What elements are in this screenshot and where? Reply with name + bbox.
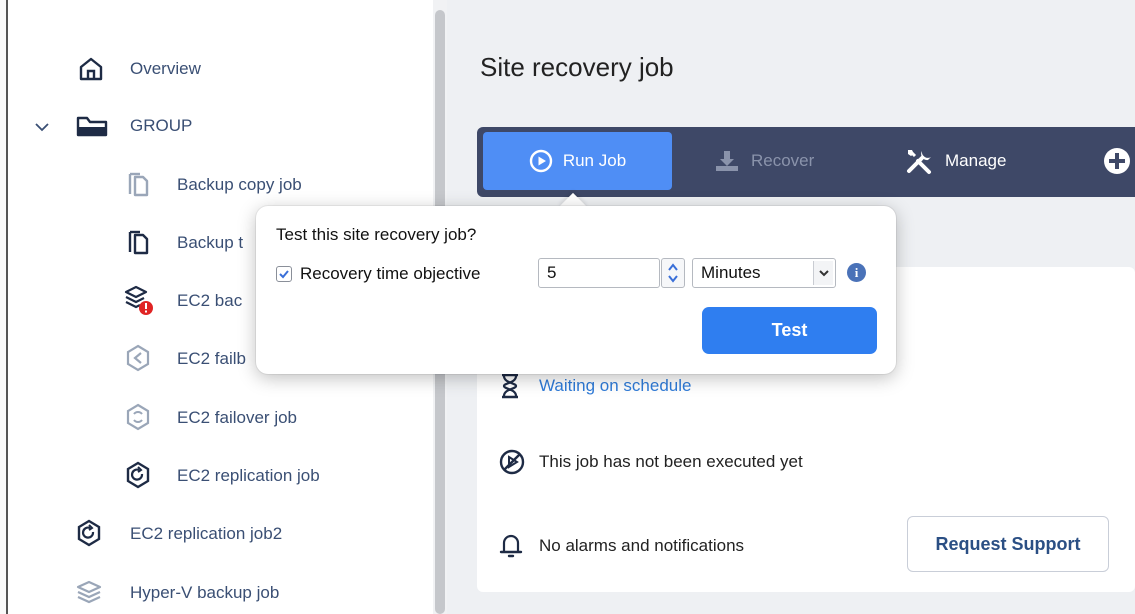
page-title: Site recovery job bbox=[480, 52, 674, 82]
sidebar-item-label: EC2 replication job2 bbox=[130, 524, 283, 543]
execution-status-text: This job has not been executed yet bbox=[539, 452, 803, 471]
copy-job-icon bbox=[124, 170, 152, 198]
run-job-label: Run Job bbox=[562, 151, 627, 170]
sidebar-item-label: EC2 failover job bbox=[177, 408, 298, 427]
schedule-status-text: Waiting on schedule bbox=[539, 376, 692, 395]
sidebar-item-label: Overview bbox=[130, 59, 201, 78]
rto-checkbox[interactable] bbox=[276, 266, 292, 282]
execution-status-row: This job has not been executed yet bbox=[499, 445, 803, 479]
info-icon[interactable]: i bbox=[847, 263, 866, 282]
run-job-button[interactable]: Run Job bbox=[483, 132, 672, 190]
sidebar-item-overview[interactable]: Overview bbox=[10, 54, 410, 84]
job-toolbar: Run Job Recover Manage bbox=[477, 127, 1135, 197]
chevron-down-icon[interactable] bbox=[32, 113, 52, 141]
hourglass-icon bbox=[499, 373, 539, 399]
ec2-failover-icon bbox=[124, 403, 152, 431]
rto-unit-value: Minutes bbox=[701, 263, 761, 282]
sidebar-item-label: Hyper-V backup job bbox=[130, 583, 280, 602]
sidebar-item-ec2-replication-job[interactable]: EC2 replication job bbox=[10, 461, 410, 491]
rto-unit-select[interactable]: Minutes bbox=[692, 258, 836, 288]
chevron-down-icon bbox=[813, 261, 833, 285]
ec2-backup-error-icon bbox=[122, 283, 156, 317]
recover-button[interactable]: Recover bbox=[713, 132, 814, 190]
stack-layers-icon bbox=[75, 578, 103, 606]
no-run-icon bbox=[499, 449, 539, 475]
sidebar-item-group[interactable]: GROUP bbox=[10, 111, 410, 141]
sidebar-item-backup-copy-job[interactable]: Backup copy job bbox=[10, 170, 410, 200]
stepper-arrows-icon bbox=[668, 263, 678, 283]
rto-checkbox-label: Recovery time objective bbox=[300, 264, 481, 283]
alarms-status-text: No alarms and notifications bbox=[539, 536, 745, 555]
play-circle-icon bbox=[529, 149, 553, 173]
manage-button[interactable]: Manage bbox=[905, 132, 1006, 190]
sidebar-item-ec2-replication-job2[interactable]: EC2 replication job2 bbox=[10, 519, 410, 549]
rto-stepper[interactable] bbox=[661, 258, 685, 288]
schedule-status-row[interactable]: Waiting on schedule bbox=[499, 369, 691, 403]
sidebar-item-hyper-v-backup-job[interactable]: Hyper-V backup job bbox=[10, 578, 410, 608]
sidebar-item-ec2-failover-job[interactable]: EC2 failover job bbox=[10, 403, 410, 433]
folder-open-icon bbox=[75, 112, 109, 140]
recover-label: Recover bbox=[751, 151, 815, 170]
alarms-status-row: No alarms and notifications bbox=[499, 529, 744, 563]
test-button[interactable]: Test bbox=[702, 307, 877, 354]
copy-job-icon bbox=[124, 228, 152, 256]
sidebar-item-label: EC2 replication job bbox=[177, 466, 320, 485]
home-icon bbox=[77, 55, 105, 83]
sidebar-item-label: GROUP bbox=[130, 116, 193, 135]
rto-value-input[interactable] bbox=[538, 258, 660, 288]
ec2-failback-icon bbox=[124, 344, 152, 372]
sidebar-item-label: EC2 bac bbox=[177, 291, 243, 310]
window-left-edge bbox=[0, 0, 8, 614]
download-icon bbox=[713, 149, 741, 173]
request-support-button[interactable]: Request Support bbox=[907, 516, 1109, 572]
tools-icon bbox=[905, 147, 935, 175]
add-button[interactable] bbox=[1103, 132, 1135, 190]
sidebar-item-label: EC2 failb bbox=[177, 349, 246, 368]
sidebar-item-label: Backup t bbox=[177, 233, 244, 252]
manage-label: Manage bbox=[945, 151, 1007, 170]
sidebar-item-label: Backup copy job bbox=[177, 175, 302, 194]
bell-icon bbox=[499, 532, 539, 560]
plus-circle-icon bbox=[1103, 147, 1131, 175]
rto-checkbox-row[interactable]: Recovery time objective bbox=[276, 261, 480, 287]
ec2-replication-icon bbox=[124, 461, 152, 489]
ec2-replication-icon bbox=[75, 519, 103, 547]
popover-question: Test this site recovery job? bbox=[276, 225, 477, 244]
test-job-popover: Test this site recovery job? Recovery ti… bbox=[256, 206, 896, 374]
